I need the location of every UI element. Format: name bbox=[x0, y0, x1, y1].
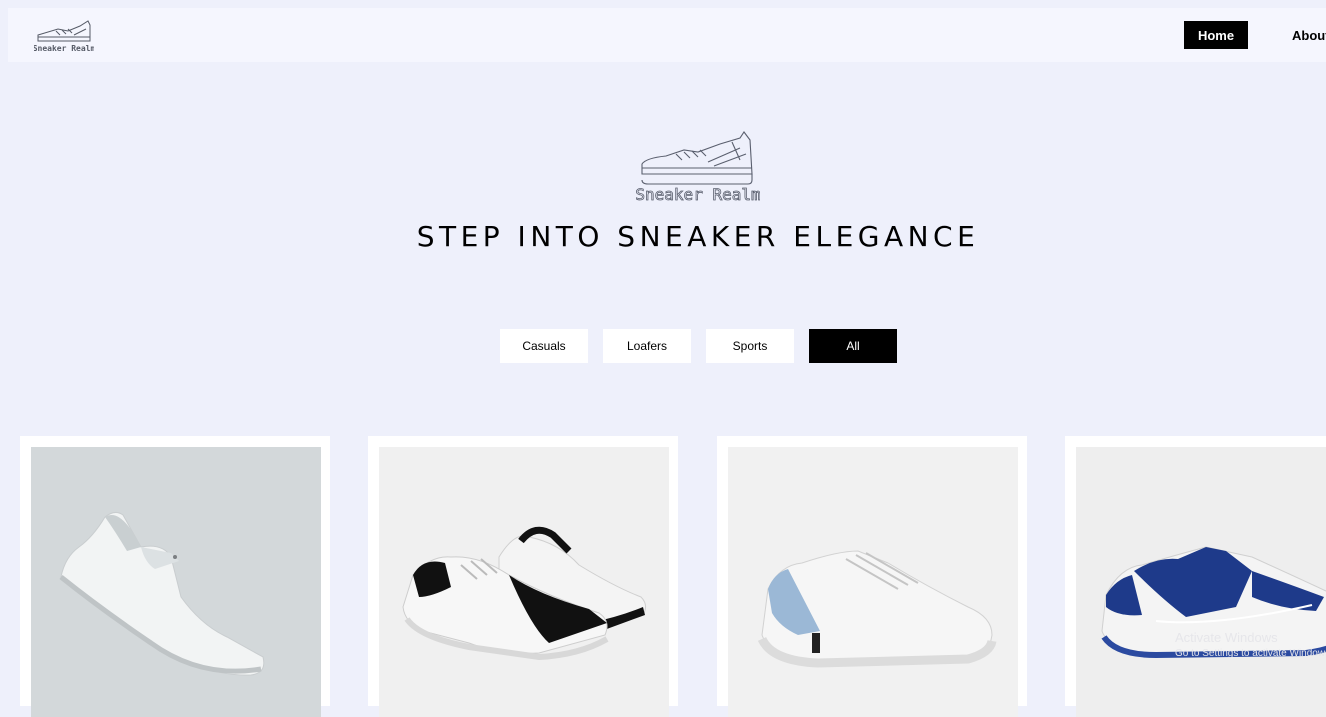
hero-logo: Sneaker Realm bbox=[635, 128, 761, 206]
product-image-navy-white-sneaker[interactable] bbox=[1076, 447, 1326, 717]
product-image-white-grey-sneaker[interactable] bbox=[31, 447, 321, 717]
product-card[interactable] bbox=[717, 436, 1027, 717]
filter-casuals-button[interactable]: Casuals bbox=[500, 329, 588, 363]
navbar: Sneaker Realm Home About bbox=[8, 8, 1326, 62]
product-card[interactable] bbox=[368, 436, 678, 717]
hero-logo-text: Sneaker Realm bbox=[636, 185, 760, 204]
product-card[interactable] bbox=[1065, 436, 1326, 717]
filter-all-button[interactable]: All bbox=[809, 329, 897, 363]
product-image-white-black-sneakers-pair[interactable] bbox=[379, 447, 669, 717]
filter-loafers-button[interactable]: Loafers bbox=[603, 329, 691, 363]
product-image-white-blue-accent-sneaker[interactable] bbox=[728, 447, 1018, 717]
nav-about-link[interactable]: About bbox=[1292, 21, 1326, 49]
product-card[interactable] bbox=[20, 436, 330, 717]
brand-logo-text: Sneaker Realm bbox=[34, 44, 94, 53]
hero-title: STEP INTO SNEAKER ELEGANCE bbox=[416, 220, 980, 253]
filter-sports-button[interactable]: Sports bbox=[706, 329, 794, 363]
nav-home-button[interactable]: Home bbox=[1184, 21, 1248, 49]
brand-logo[interactable]: Sneaker Realm bbox=[33, 17, 95, 53]
